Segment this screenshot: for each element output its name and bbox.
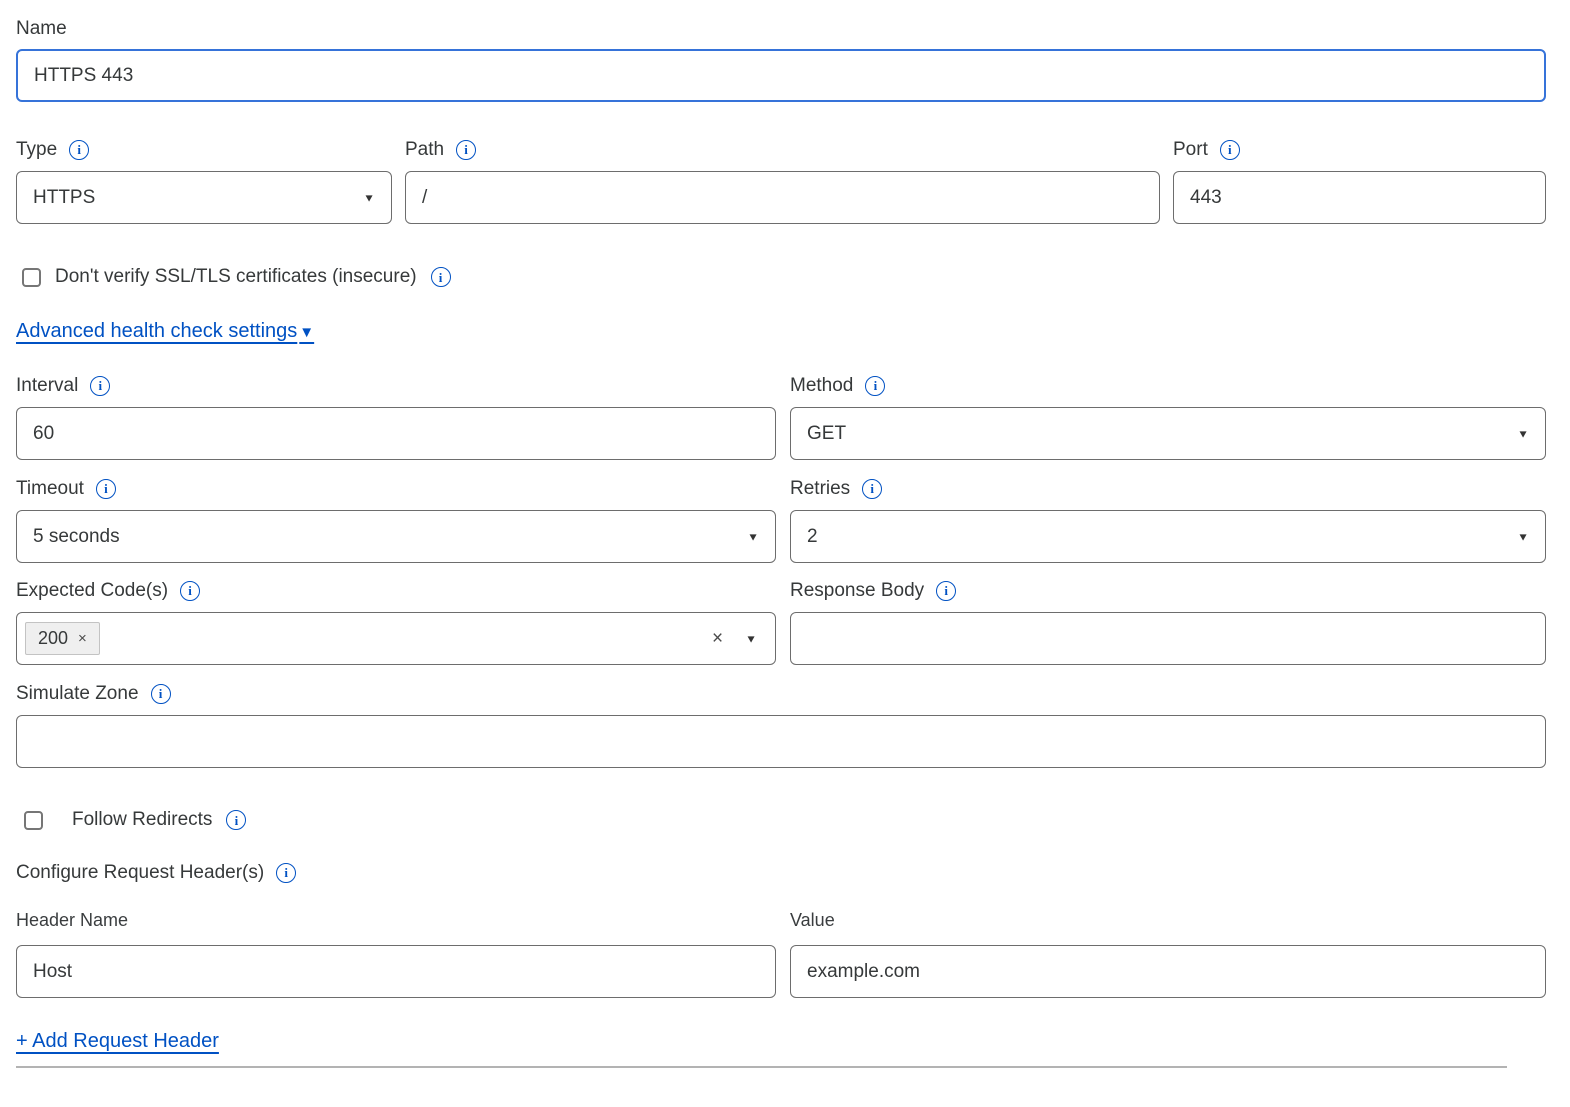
timeout-select-value: 5 seconds bbox=[33, 526, 120, 548]
type-info-icon[interactable]: i bbox=[69, 140, 89, 160]
interval-field-label: Interval i bbox=[16, 373, 776, 398]
expected-codes-info-icon[interactable]: i bbox=[180, 581, 200, 601]
type-select[interactable]: HTTPS ▼ bbox=[16, 171, 392, 224]
follow-redirects-row: Follow Redirects i bbox=[16, 809, 1546, 831]
header-value-input[interactable] bbox=[790, 945, 1546, 998]
simulate-zone-info-icon[interactable]: i bbox=[151, 684, 171, 704]
clear-all-icon[interactable]: × bbox=[712, 629, 723, 648]
chevron-down-icon: ▼ bbox=[1517, 530, 1529, 543]
retries-field-label: Retries i bbox=[790, 476, 1546, 501]
ssl-verify-info-icon[interactable]: i bbox=[431, 267, 451, 287]
header-name-input[interactable] bbox=[16, 945, 776, 998]
name-input[interactable] bbox=[16, 49, 1546, 102]
timeout-select[interactable]: 5 seconds ▼ bbox=[16, 510, 776, 563]
port-input[interactable] bbox=[1173, 171, 1546, 224]
type-select-value: HTTPS bbox=[33, 187, 95, 209]
timeout-label: Timeout bbox=[16, 476, 84, 501]
configure-headers-label: Configure Request Header(s) bbox=[16, 860, 264, 885]
follow-redirects-checkbox[interactable] bbox=[24, 811, 43, 830]
type-field-label: Type i bbox=[16, 137, 392, 162]
response-body-label: Response Body bbox=[790, 578, 924, 603]
interval-input[interactable] bbox=[16, 407, 776, 460]
path-input[interactable] bbox=[405, 171, 1160, 224]
type-label: Type bbox=[16, 137, 57, 162]
advanced-settings-link-label: Advanced health check settings bbox=[16, 320, 297, 343]
chevron-down-icon: ▼ bbox=[1517, 427, 1529, 440]
simulate-zone-input[interactable] bbox=[16, 715, 1546, 768]
name-label: Name bbox=[16, 16, 67, 41]
interval-info-icon[interactable]: i bbox=[90, 376, 110, 396]
retries-select-value: 2 bbox=[807, 526, 818, 548]
path-label: Path bbox=[405, 137, 444, 162]
path-info-icon[interactable]: i bbox=[456, 140, 476, 160]
section-divider bbox=[16, 1066, 1507, 1068]
header-name-label: Header Name bbox=[16, 908, 776, 932]
port-field-label: Port i bbox=[1173, 137, 1546, 162]
ssl-verify-label: Don't verify SSL/TLS certificates (insec… bbox=[55, 266, 417, 288]
retries-label: Retries bbox=[790, 476, 850, 501]
advanced-settings-link[interactable]: Advanced health check settings▼ bbox=[16, 320, 314, 343]
remove-tag-icon[interactable]: × bbox=[78, 631, 87, 646]
chevron-down-icon: ▼ bbox=[747, 530, 759, 543]
expected-response-row: Expected Code(s) i 200 × × ▼ Response Bo… bbox=[16, 578, 1546, 665]
timeout-field-label: Timeout i bbox=[16, 476, 776, 501]
name-field-label: Name bbox=[16, 16, 1546, 41]
expected-code-tag-label: 200 bbox=[38, 628, 68, 649]
method-label: Method bbox=[790, 373, 853, 398]
retries-select[interactable]: 2 ▼ bbox=[790, 510, 1546, 563]
follow-redirects-info-icon[interactable]: i bbox=[226, 810, 246, 830]
path-field-label: Path i bbox=[405, 137, 1160, 162]
simulate-zone-section: Simulate Zone i bbox=[16, 681, 1546, 768]
response-body-info-icon[interactable]: i bbox=[936, 581, 956, 601]
response-body-input[interactable] bbox=[790, 612, 1546, 665]
retries-info-icon[interactable]: i bbox=[862, 479, 882, 499]
method-select-value: GET bbox=[807, 423, 846, 445]
method-info-icon[interactable]: i bbox=[865, 376, 885, 396]
ssl-verify-checkbox[interactable] bbox=[22, 268, 41, 287]
interval-label: Interval bbox=[16, 373, 78, 398]
add-request-header-link-label: + Add Request Header bbox=[16, 1030, 219, 1053]
follow-redirects-label: Follow Redirects bbox=[72, 809, 212, 831]
configure-headers-info-icon[interactable]: i bbox=[276, 863, 296, 883]
add-request-header-link[interactable]: + Add Request Header bbox=[16, 1030, 219, 1053]
expected-codes-label: Expected Code(s) bbox=[16, 578, 168, 603]
ssl-verify-row: Don't verify SSL/TLS certificates (insec… bbox=[16, 266, 1546, 288]
simulate-zone-label: Simulate Zone bbox=[16, 681, 139, 706]
port-info-icon[interactable]: i bbox=[1220, 140, 1240, 160]
response-body-field-label: Response Body i bbox=[790, 578, 1546, 603]
request-headers-section-label: Configure Request Header(s) i bbox=[16, 860, 1546, 885]
type-path-port-row: Type i HTTPS ▼ Path i Port i bbox=[16, 137, 1546, 224]
request-header-row: Header Name Value bbox=[16, 908, 1546, 998]
chevron-down-icon: ▼ bbox=[363, 191, 375, 204]
timeout-info-icon[interactable]: i bbox=[96, 479, 116, 499]
header-value-label: Value bbox=[790, 908, 1546, 932]
method-field-label: Method i bbox=[790, 373, 1546, 398]
simulate-zone-field-label: Simulate Zone i bbox=[16, 681, 1546, 706]
interval-method-row: Interval i Method i GET ▼ bbox=[16, 373, 1546, 460]
expected-code-tag: 200 × bbox=[25, 622, 100, 655]
method-select[interactable]: GET ▼ bbox=[790, 407, 1546, 460]
port-label: Port bbox=[1173, 137, 1208, 162]
caret-down-icon: ▼ bbox=[299, 324, 314, 341]
health-check-form: Name Type i HTTPS ▼ Path i Port i bbox=[0, 0, 1570, 1068]
timeout-retries-row: Timeout i 5 seconds ▼ Retries i 2 ▼ bbox=[16, 476, 1546, 563]
chevron-down-icon[interactable]: ▼ bbox=[745, 632, 757, 645]
expected-codes-field-label: Expected Code(s) i bbox=[16, 578, 776, 603]
expected-codes-multiselect[interactable]: 200 × × ▼ bbox=[16, 612, 776, 665]
